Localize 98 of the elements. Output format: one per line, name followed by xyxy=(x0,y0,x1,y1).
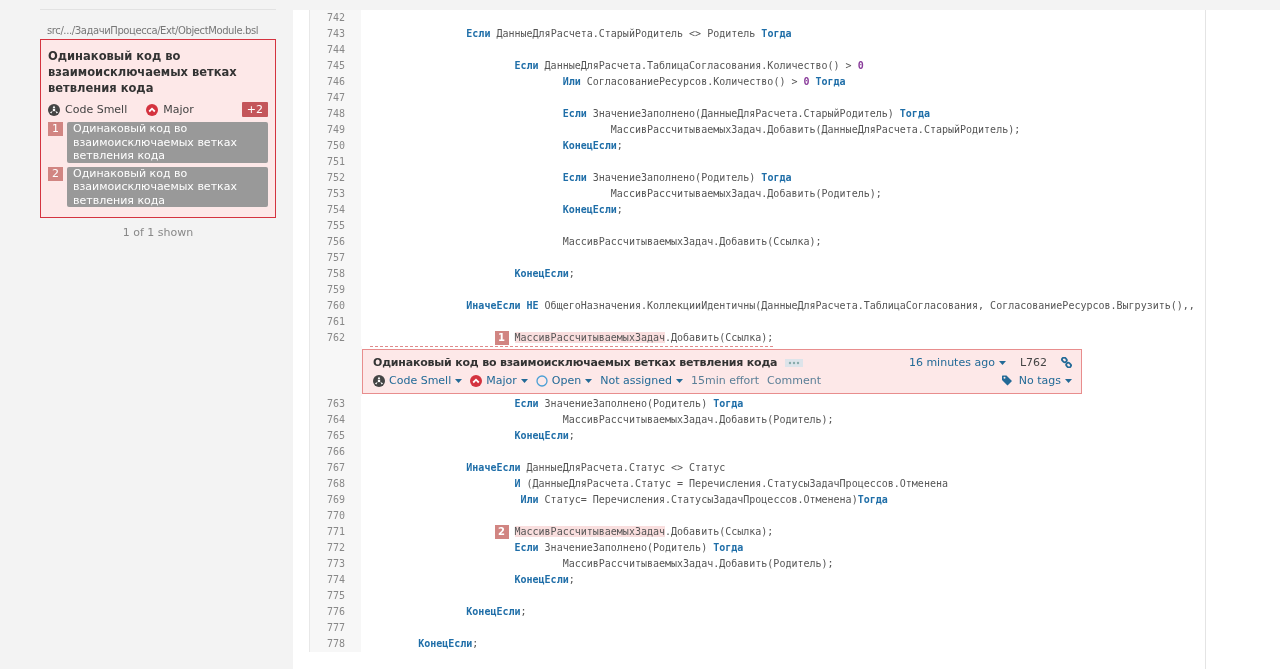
code-line: КонецЕсли; xyxy=(513,267,575,281)
location-number: 1 xyxy=(48,122,63,136)
line-number: 756 xyxy=(309,234,361,250)
code-line: КонецЕсли; xyxy=(561,139,623,153)
location-marker[interactable]: 1 xyxy=(494,331,509,345)
location-marker[interactable]: 2 xyxy=(494,525,509,539)
caret-icon xyxy=(455,378,463,383)
code-smell-icon xyxy=(373,374,385,387)
issue-card[interactable]: Одинаковый код во взаимоисключаемых ветках ветвления кода Code Smell Major +2 1 Одинаковый код во взаимоисключаемых ветках ветвления кода 2 Одинаковый код во взаимоисключаемых ветках ветвления кода xyxy=(40,39,276,218)
status-icon xyxy=(535,374,548,387)
location-message[interactable]: Одинаковый код во взаимоисключаемых ветках ветвления кода xyxy=(67,166,268,207)
location-message[interactable]: Одинаковый код во взаимоисключаемых ветках ветвления кода xyxy=(67,122,268,163)
code-line: И (ДанныеДляРасчета.Статус = Перечисления.СтатусыЗадачПроцессов.Отменена xyxy=(513,477,948,491)
count-badge: +2 xyxy=(241,102,268,117)
line-number: 769 xyxy=(309,492,361,508)
line-number: 775 xyxy=(309,588,361,604)
line-number: 764 xyxy=(309,412,361,428)
line-number: 759 xyxy=(309,282,361,298)
issue-severity: Major xyxy=(163,103,194,116)
line-number: 757 xyxy=(309,250,361,266)
caret-icon xyxy=(1065,378,1072,383)
effort-label: 15min effort xyxy=(690,374,760,387)
line-number: 766 xyxy=(309,444,361,460)
caret-icon xyxy=(675,378,683,383)
issue-message: Одинаковый код во взаимоисключаемых ветках ветвления кода xyxy=(373,356,778,369)
line-number: 755 xyxy=(309,218,361,234)
code-line: МассивРассчитываемыхЗадач.Добавить(Родитель); xyxy=(561,413,834,427)
line-number: 743 xyxy=(309,26,361,42)
line-number: 754 xyxy=(309,202,361,218)
line-number: 776 xyxy=(309,604,361,620)
type-dropdown[interactable]: Code Smell xyxy=(373,374,463,387)
status-dropdown[interactable]: Open xyxy=(535,374,593,387)
code-line: ИначеЕсли ДанныеДляРасчета.Статус <> Статус xyxy=(465,461,726,475)
assignee-dropdown[interactable]: Not assigned xyxy=(600,374,683,387)
line-number: 765 xyxy=(309,428,361,444)
severity-icon xyxy=(470,374,483,387)
line-number: 767 xyxy=(309,460,361,476)
line-number: 774 xyxy=(309,572,361,588)
line-number: 768 xyxy=(309,476,361,492)
line-number: 773 xyxy=(309,556,361,572)
code-line: КонецЕсли; xyxy=(513,429,575,443)
code-line: КонецЕсли; xyxy=(561,203,623,217)
code-line: МассивРассчитываемыхЗадач.Добавить(Родитель); xyxy=(609,187,882,201)
location-number: 2 xyxy=(48,166,63,181)
line-number: 748 xyxy=(309,106,361,122)
line-number: 763 xyxy=(309,396,361,412)
code-line: ИначеЕсли НЕ ОбщегоНазначения.КоллекцииИдентичны(ДанныеДляРасчета.ТаблицаСогласования, СогласованиеРесурсов.Выгрузить(),, xyxy=(465,299,1195,313)
caret-icon xyxy=(998,360,1006,365)
tags-dropdown[interactable]: No tags xyxy=(1001,374,1072,387)
code-line: 2 МассивРассчитываемыхЗадач.Добавить(Ссылка); xyxy=(370,524,774,540)
code-smell-icon xyxy=(48,103,60,116)
line-number: 744 xyxy=(309,42,361,58)
code-line: Если ЗначениеЗаполнено(Родитель) Тогда xyxy=(513,541,744,555)
code-line: КонецЕсли; xyxy=(465,605,527,619)
line-number: 760 xyxy=(309,298,361,314)
file-path: src/.../ЗадачиПроцесса/Ext/ObjectModule.bsl xyxy=(46,25,260,36)
issue-type: Code Smell xyxy=(65,103,128,116)
code-line: МассивРассчитываемыхЗадач.Добавить(ДанныеДляРасчета.СтарыйРодитель); xyxy=(609,123,1021,137)
link-icon[interactable] xyxy=(1061,357,1072,368)
line-number: 762 xyxy=(309,330,361,346)
line-number: 761 xyxy=(309,314,361,330)
code-line: Или СогласованиеРесурсов.Количество() > 0 Тогда xyxy=(561,75,846,89)
caret-icon xyxy=(585,378,593,383)
caret-icon xyxy=(520,378,528,383)
code-line: МассивРассчитываемыхЗадач.Добавить(Ссылка); xyxy=(561,235,822,249)
line-number: 750 xyxy=(309,138,361,154)
code-line: Если ЗначениеЗаполнено(ДанныеДляРасчета.СтарыйРодитель) Тогда xyxy=(561,107,930,121)
code-line: КонецЕсли; xyxy=(417,637,479,651)
issue-title: Одинаковый код во взаимоисключаемых ветках ветвления кода xyxy=(48,48,238,96)
line-number: 747 xyxy=(309,90,361,106)
line-number: 752 xyxy=(309,170,361,186)
line-number: 742 xyxy=(309,10,361,26)
code-line: Если ЗначениеЗаполнено(Родитель) Тогда xyxy=(513,397,744,411)
line-number: 749 xyxy=(309,122,361,138)
line-reference: L762 xyxy=(1019,356,1047,369)
line-number: 751 xyxy=(309,154,361,170)
code-line: КонецЕсли; xyxy=(513,573,575,587)
line-number: 777 xyxy=(309,620,361,636)
age-dropdown[interactable]: 16 minutes ago xyxy=(908,356,1006,369)
code-line: Если ДанныеДляРасчета.СтарыйРодитель <> Родитель Тогда xyxy=(465,27,792,41)
code-line: Или Статус= Перечисления.СтатусыЗадачПроцессов.Отменена)Тогда xyxy=(519,493,888,507)
line-number: 758 xyxy=(309,266,361,282)
code-line: МассивРассчитываемыхЗадач.Добавить(Родитель); xyxy=(561,557,834,571)
tag-icon xyxy=(1001,375,1015,386)
comment-link[interactable]: Comment xyxy=(767,374,821,387)
line-number: 771 xyxy=(309,524,361,540)
severity-dropdown[interactable]: Major xyxy=(470,374,528,387)
line-number: 772 xyxy=(309,540,361,556)
code-line: 1 МассивРассчитываемыхЗадач.Добавить(Ссылка); xyxy=(370,330,774,347)
line-number: 745 xyxy=(309,58,361,74)
shown-count: 1 of 1 shown xyxy=(121,226,195,239)
code-line: Если ДанныеДляРасчета.ТаблицаСогласования.Количество() > 0 xyxy=(513,59,864,73)
line-number: 770 xyxy=(309,508,361,524)
line-number: 753 xyxy=(309,186,361,202)
code-line: Если ЗначениеЗаполнено(Родитель) Тогда xyxy=(561,171,792,185)
line-number: 778 xyxy=(309,636,361,652)
line-number: 746 xyxy=(309,74,361,90)
severity-icon xyxy=(146,103,159,116)
